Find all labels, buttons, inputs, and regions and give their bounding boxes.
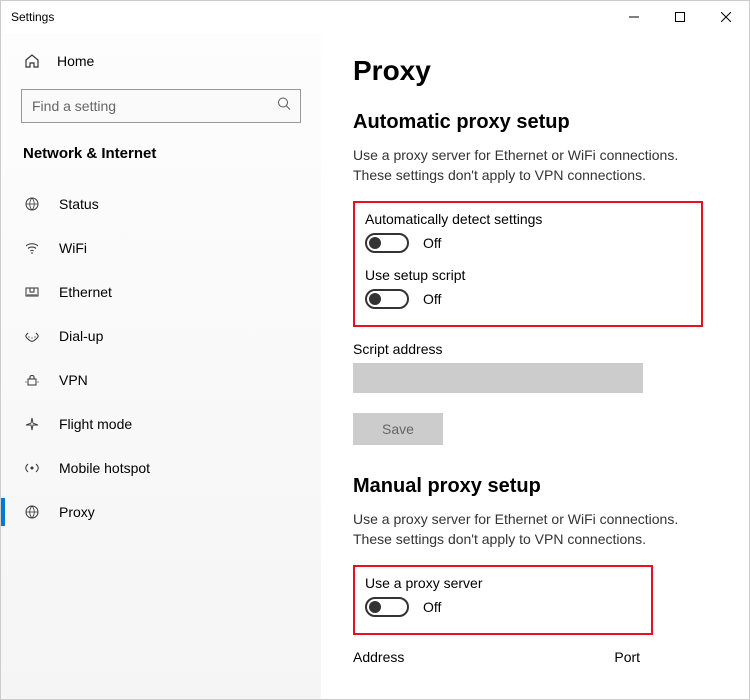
useproxy-toggle[interactable] <box>365 597 409 617</box>
highlight-box-auto: Automatically detect settings Off Use se… <box>353 201 703 327</box>
vpn-icon <box>23 372 41 388</box>
sidebar-item-flightmode[interactable]: Flight mode <box>1 402 321 446</box>
address-label: Address <box>353 649 404 665</box>
detect-state: Off <box>423 235 441 251</box>
window-title: Settings <box>11 10 611 24</box>
search-icon <box>277 97 291 116</box>
script-address-input[interactable] <box>353 363 643 393</box>
sidebar-item-label: Dial-up <box>59 328 103 344</box>
airplane-icon <box>23 416 41 432</box>
highlight-box-manual: Use a proxy server Off <box>353 565 653 635</box>
sidebar-item-label: Proxy <box>59 504 95 520</box>
ethernet-icon <box>23 284 41 300</box>
sidebar-item-proxy[interactable]: Proxy <box>1 490 321 534</box>
manual-description: Use a proxy server for Ethernet or WiFi … <box>353 510 717 549</box>
detect-toggle[interactable] <box>365 233 409 253</box>
sidebar-item-label: Ethernet <box>59 284 112 300</box>
dialup-icon <box>23 328 41 344</box>
sidebar-item-wifi[interactable]: WiFi <box>1 226 321 270</box>
close-button[interactable] <box>703 1 749 33</box>
page-title: Proxy <box>353 55 717 87</box>
sidebar-item-status[interactable]: Status <box>1 182 321 226</box>
home-icon <box>23 53 41 69</box>
useproxy-state: Off <box>423 599 441 615</box>
auto-description: Use a proxy server for Ethernet or WiFi … <box>353 146 717 185</box>
port-label: Port <box>614 649 640 665</box>
sidebar-item-vpn[interactable]: VPN <box>1 358 321 402</box>
save-button[interactable]: Save <box>353 413 443 445</box>
sidebar-item-label: VPN <box>59 372 88 388</box>
sidebar: Home Network & Internet Status WiFi Ethe <box>1 33 321 699</box>
useproxy-label: Use a proxy server <box>365 575 641 591</box>
script-state: Off <box>423 291 441 307</box>
script-label: Use setup script <box>365 267 691 283</box>
category-heading: Network & Internet <box>1 139 321 182</box>
sidebar-item-label: Status <box>59 196 99 212</box>
maximize-button[interactable] <box>657 1 703 33</box>
search-input[interactable] <box>21 89 301 123</box>
script-toggle[interactable] <box>365 289 409 309</box>
sidebar-item-label: WiFi <box>59 240 87 256</box>
hotspot-icon <box>23 460 41 476</box>
sidebar-item-label: Flight mode <box>59 416 132 432</box>
minimize-button[interactable] <box>611 1 657 33</box>
main-panel: Proxy Automatic proxy setup Use a proxy … <box>321 33 749 699</box>
home-link[interactable]: Home <box>1 45 321 77</box>
manual-heading: Manual proxy setup <box>353 475 717 498</box>
home-label: Home <box>57 53 94 69</box>
proxy-icon <box>23 504 41 520</box>
script-address-label: Script address <box>353 341 717 357</box>
sidebar-item-hotspot[interactable]: Mobile hotspot <box>1 446 321 490</box>
wifi-icon <box>23 240 41 256</box>
titlebar: Settings <box>1 1 749 33</box>
sidebar-item-dialup[interactable]: Dial-up <box>1 314 321 358</box>
status-icon <box>23 196 41 212</box>
sidebar-item-label: Mobile hotspot <box>59 460 150 476</box>
auto-heading: Automatic proxy setup <box>353 111 717 134</box>
detect-label: Automatically detect settings <box>365 211 691 227</box>
sidebar-item-ethernet[interactable]: Ethernet <box>1 270 321 314</box>
